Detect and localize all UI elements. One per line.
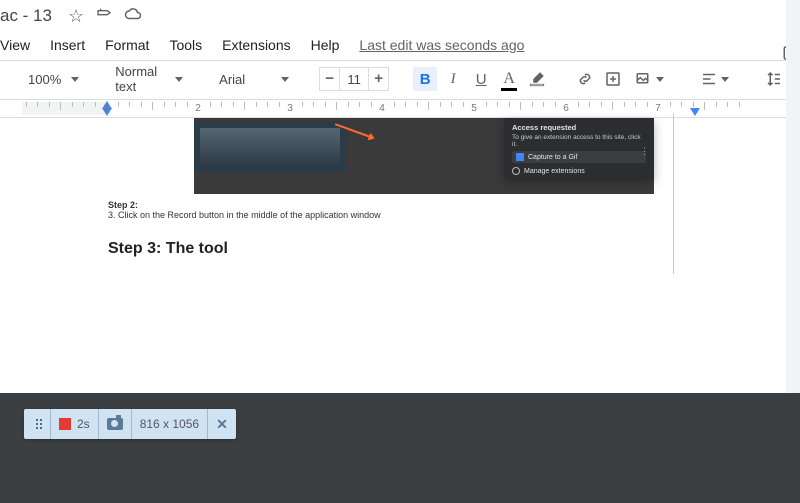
embedded-screenshot: Access requested To give an extension ac… bbox=[194, 118, 654, 194]
paragraph-style-value: Normal text bbox=[115, 64, 157, 94]
ruler-number: 2 bbox=[195, 103, 201, 114]
popup-subtitle: To give an extension access to this site… bbox=[512, 134, 646, 148]
menu-tools[interactable]: Tools bbox=[169, 37, 202, 53]
camera-icon bbox=[107, 418, 123, 430]
menu-extensions[interactable]: Extensions bbox=[222, 37, 290, 53]
ruler-number: 1 bbox=[103, 103, 109, 114]
ruler-number: 7 bbox=[655, 103, 661, 114]
font-size-decrease[interactable]: − bbox=[320, 68, 340, 90]
ruler-number: 4 bbox=[379, 103, 385, 114]
chevron-down-icon bbox=[281, 77, 289, 82]
step2-text: 3. Click on the Record button in the mid… bbox=[108, 210, 688, 220]
gear-icon bbox=[512, 167, 520, 175]
paragraph-style-select[interactable]: Normal text bbox=[109, 66, 189, 92]
extension-icon bbox=[516, 153, 524, 161]
chevron-down-icon bbox=[71, 77, 79, 82]
font-size-increase[interactable]: + bbox=[368, 68, 388, 90]
drag-handle[interactable] bbox=[24, 409, 51, 439]
chevron-down-icon bbox=[175, 77, 183, 82]
last-edit-link[interactable]: Last edit was seconds ago bbox=[359, 37, 524, 53]
italic-button[interactable]: I bbox=[441, 67, 465, 91]
cloud-icon[interactable] bbox=[124, 5, 142, 28]
step2-label: Step 2: bbox=[108, 200, 688, 210]
ruler-number: 5 bbox=[471, 103, 477, 114]
record-button[interactable]: 2s bbox=[51, 409, 99, 439]
ruler-number: 6 bbox=[563, 103, 569, 114]
insert-link-button[interactable] bbox=[573, 67, 597, 91]
screenshot-button[interactable] bbox=[99, 409, 132, 439]
menu-help[interactable]: Help bbox=[311, 37, 340, 53]
close-button[interactable]: ✕ bbox=[208, 409, 236, 439]
insert-image-button[interactable] bbox=[629, 67, 670, 91]
font-family-value: Arial bbox=[219, 72, 245, 87]
star-icon[interactable]: ☆ bbox=[68, 6, 84, 27]
close-icon: ✕ bbox=[216, 416, 228, 433]
underline-button[interactable]: U bbox=[469, 67, 493, 91]
horizontal-ruler[interactable]: 1 2 3 4 5 6 7 bbox=[0, 100, 800, 118]
menu-bar: View Insert Format Tools Extensions Help… bbox=[0, 32, 800, 58]
insert-comment-button[interactable] bbox=[601, 67, 625, 91]
document-canvas[interactable]: Access requested To give an extension ac… bbox=[0, 118, 800, 398]
highlight-button[interactable] bbox=[525, 67, 549, 91]
right-side-panel bbox=[786, 0, 800, 393]
record-icon bbox=[59, 418, 71, 430]
kebab-icon: ⋮ bbox=[640, 146, 648, 157]
ruler-number: 3 bbox=[287, 103, 293, 114]
toolbar: 100% Normal text Arial − 11 + B I U A bbox=[0, 61, 800, 97]
record-time: 2s bbox=[77, 417, 90, 431]
annotation-arrow-icon bbox=[335, 123, 373, 139]
font-size-stepper[interactable]: − 11 + bbox=[319, 67, 389, 91]
menu-format[interactable]: Format bbox=[105, 37, 149, 53]
text-color-button[interactable]: A bbox=[497, 67, 521, 91]
chevron-down-icon bbox=[721, 77, 729, 82]
popup-item: Capture to a Gif bbox=[528, 154, 577, 161]
zoom-value: 100% bbox=[28, 72, 61, 87]
menu-view[interactable]: View bbox=[0, 37, 30, 53]
align-button[interactable] bbox=[694, 67, 735, 91]
move-icon[interactable] bbox=[96, 6, 112, 27]
doc-title-fragment: ac - 13 bbox=[0, 6, 52, 26]
popup-manage: Manage extensions bbox=[524, 168, 585, 175]
font-size-value[interactable]: 11 bbox=[340, 72, 368, 87]
popup-title: Access requested bbox=[512, 123, 646, 132]
zoom-select[interactable]: 100% bbox=[22, 66, 85, 92]
bold-button[interactable]: B bbox=[413, 67, 437, 91]
font-family-select[interactable]: Arial bbox=[213, 66, 295, 92]
step3-heading: Step 3: The tool bbox=[108, 240, 688, 258]
dimensions-readout: 816 x 1056 bbox=[132, 409, 208, 439]
indent-marker-right[interactable] bbox=[690, 108, 700, 116]
screen-capture-toolbar[interactable]: 2s 816 x 1056 ✕ bbox=[24, 409, 236, 439]
menu-insert[interactable]: Insert bbox=[50, 37, 85, 53]
extension-popup: Access requested To give an extension ac… bbox=[504, 118, 654, 178]
chevron-down-icon bbox=[656, 77, 664, 82]
